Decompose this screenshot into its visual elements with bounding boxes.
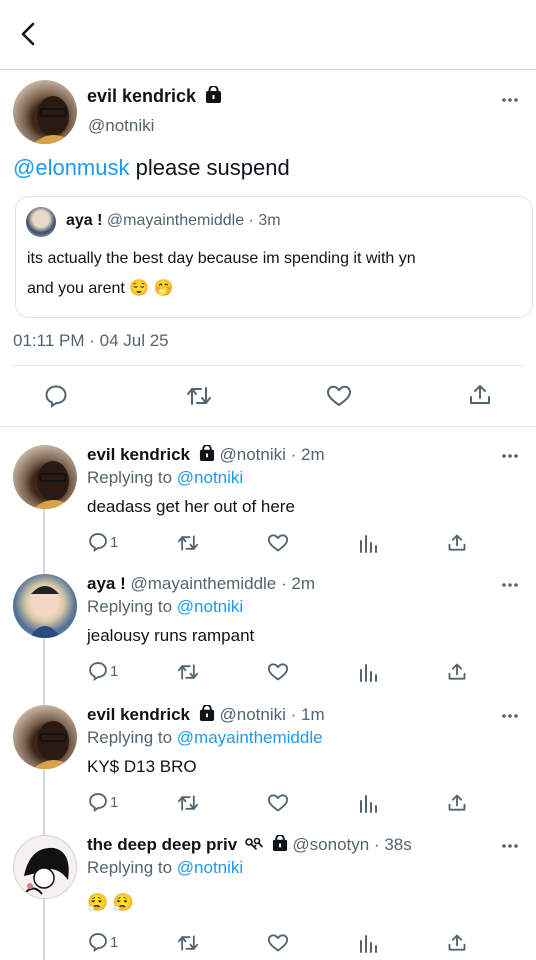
- share-icon[interactable]: [447, 662, 467, 682]
- replying-to-link[interactable]: @notniki: [177, 597, 243, 616]
- replying-prefix: Replying to: [87, 468, 177, 487]
- replying-to-link[interactable]: @notniki: [177, 858, 243, 877]
- replying-prefix: Replying to: [87, 728, 177, 747]
- reply-header: the deep deep priv @sonotyn · 38s: [87, 835, 412, 855]
- reply-count: 1: [110, 662, 119, 680]
- reply-action[interactable]: 1: [88, 792, 118, 812]
- avatar[interactable]: [13, 445, 77, 509]
- reply-item[interactable]: aya ! @mayainthemiddle · 2m Replying to …: [0, 574, 536, 694]
- quoted-tweet[interactable]: aya ! @mayainthemiddle · 3m its actually…: [15, 196, 533, 318]
- share-icon[interactable]: [468, 383, 492, 407]
- replying-prefix: Replying to: [87, 597, 177, 616]
- reply-count: 1: [110, 933, 119, 951]
- top-bar: [0, 0, 536, 70]
- avatar[interactable]: [13, 574, 77, 638]
- reply-author-name[interactable]: evil kendrick: [87, 705, 190, 724]
- reply-action[interactable]: 1: [88, 661, 118, 681]
- lock-icon: [272, 835, 287, 852]
- retweet-icon[interactable]: [177, 933, 199, 953]
- reply-icon[interactable]: [44, 384, 68, 408]
- like-icon[interactable]: [326, 384, 352, 408]
- reply-author-name[interactable]: the deep deep priv: [87, 835, 237, 854]
- more-options-icon[interactable]: [501, 97, 519, 103]
- reply-action[interactable]: 1: [88, 532, 118, 552]
- views-icon[interactable]: [358, 933, 378, 953]
- retweet-icon[interactable]: [177, 533, 199, 553]
- reply-count: 1: [110, 533, 119, 551]
- divider: [0, 426, 536, 427]
- reply-icon[interactable]: [88, 792, 108, 812]
- quote-author-name: aya !: [66, 212, 103, 229]
- views-icon[interactable]: [358, 793, 378, 813]
- replying-to-link[interactable]: @notniki: [177, 468, 243, 487]
- reply-item[interactable]: evil kendrick @notniki · 2m Replying to …: [0, 445, 536, 565]
- share-icon[interactable]: [447, 533, 467, 553]
- reply-icon[interactable]: [88, 532, 108, 552]
- replying-to: Replying to @notniki: [87, 468, 243, 488]
- retweet-icon[interactable]: [177, 662, 199, 682]
- more-options-icon[interactable]: [501, 713, 519, 719]
- share-icon[interactable]: [447, 793, 467, 813]
- reply-text: 😮‍💨 😮‍💨: [87, 893, 135, 912]
- reply-item[interactable]: evil kendrick @notniki · 1m Replying to …: [0, 705, 536, 825]
- like-icon[interactable]: [267, 533, 289, 553]
- reply-text: deadass get her out of here: [87, 497, 295, 516]
- avatar[interactable]: [13, 835, 77, 899]
- more-options-icon[interactable]: [501, 582, 519, 588]
- author-name[interactable]: evil kendrick: [87, 86, 196, 106]
- quote-text-line1: its actually the best day because im spe…: [27, 250, 416, 267]
- retweet-icon[interactable]: [177, 793, 199, 813]
- keys-icon: [245, 837, 263, 850]
- share-icon[interactable]: [447, 933, 467, 953]
- quote-time: · 3m: [248, 212, 281, 229]
- replying-to-link[interactable]: @mayainthemiddle: [177, 728, 323, 747]
- like-icon[interactable]: [267, 793, 289, 813]
- quote-avatar[interactable]: [26, 207, 56, 237]
- quote-header: aya ! @mayainthemiddle · 3m: [66, 212, 281, 230]
- avatar[interactable]: [13, 80, 77, 144]
- reply-count: 1: [110, 793, 119, 811]
- reply-author-handle[interactable]: @notniki · 1m: [219, 705, 324, 724]
- mention-link[interactable]: @elonmusk: [13, 155, 130, 180]
- divider: [12, 365, 524, 366]
- reply-author-handle[interactable]: @sonotyn · 38s: [292, 835, 411, 854]
- reply-header: evil kendrick @notniki · 2m: [87, 445, 325, 465]
- replying-to: Replying to @notniki: [87, 597, 243, 617]
- reply-action[interactable]: 1: [88, 932, 118, 952]
- more-options-icon[interactable]: [501, 453, 519, 459]
- lock-icon: [199, 445, 214, 462]
- quote-author-handle: @mayainthemiddle: [106, 212, 245, 229]
- lock-icon: [199, 705, 214, 722]
- reply-text: jealousy runs rampant: [87, 626, 255, 645]
- author-name-row: evil kendrick: [87, 86, 222, 107]
- back-arrow-icon[interactable]: [14, 20, 42, 48]
- replying-prefix: Replying to: [87, 858, 177, 877]
- reply-text: KY$ D13 BRO: [87, 757, 197, 776]
- reply-item[interactable]: the deep deep priv @sonotyn · 38s Replyi…: [0, 835, 536, 960]
- reply-icon[interactable]: [88, 932, 108, 952]
- views-icon[interactable]: [358, 533, 378, 553]
- retweet-icon[interactable]: [186, 384, 212, 408]
- reply-header: evil kendrick @notniki · 1m: [87, 705, 325, 725]
- tweet-text: @elonmusk please suspend: [13, 155, 290, 181]
- replying-to: Replying to @mayainthemiddle: [87, 728, 323, 748]
- replying-to: Replying to @notniki: [87, 858, 243, 878]
- avatar[interactable]: [13, 705, 77, 769]
- views-icon[interactable]: [358, 662, 378, 682]
- author-handle[interactable]: @notniki: [88, 116, 154, 136]
- lock-icon: [205, 86, 221, 103]
- reply-author-handle[interactable]: @notniki · 2m: [219, 445, 324, 464]
- like-icon[interactable]: [267, 933, 289, 953]
- quote-text-line2: and you arent 😌 🤭: [27, 280, 174, 297]
- reply-header: aya ! @mayainthemiddle · 2m: [87, 574, 315, 594]
- like-icon[interactable]: [267, 662, 289, 682]
- timestamp: 01:11 PM · 04 Jul 25: [13, 331, 169, 350]
- reply-icon[interactable]: [88, 661, 108, 681]
- reply-author-name[interactable]: evil kendrick: [87, 445, 190, 464]
- reply-author-handle[interactable]: @mayainthemiddle · 2m: [130, 574, 315, 593]
- tweet-body: please suspend: [129, 155, 290, 180]
- reply-author-name[interactable]: aya !: [87, 574, 126, 593]
- more-options-icon[interactable]: [501, 843, 519, 849]
